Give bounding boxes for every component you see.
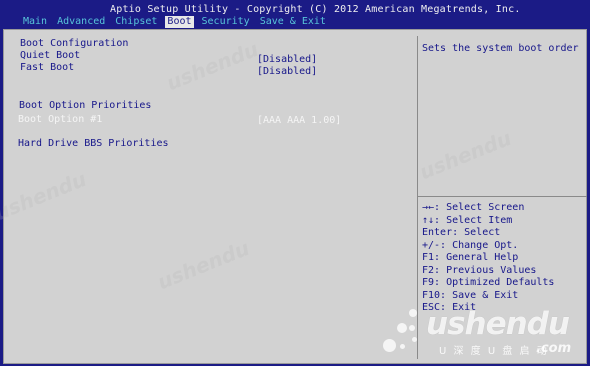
top-bar: Aptio Setup Utility - Copyright (C) 2012… [0,0,590,29]
help-select-screen: →←: Select Screen [422,202,525,213]
boot-option-1-row[interactable]: Boot Option #1 [AAA AAA 1.00] [18,114,413,127]
help-panel: Sets the system boot order →←: Select Sc… [422,30,587,365]
help-enter: Enter: Select [422,227,501,238]
tab-advanced[interactable]: Advanced [55,16,107,28]
setup-title: Aptio Setup Utility - Copyright (C) 2012… [110,4,521,15]
settings-list: Boot Configuration Quiet Boot [Disabled]… [4,30,414,365]
quiet-boot-value[interactable]: [Disabled] [257,54,317,66]
fast-boot-label[interactable]: Fast Boot [20,62,74,74]
help-description: Sets the system boot order [422,43,579,54]
help-save-exit: F10: Save & Exit [422,289,519,301]
tab-boot[interactable]: Boot [165,16,194,28]
tab-security[interactable]: Security [200,16,252,28]
tab-save-exit[interactable]: Save & Exit [258,16,328,28]
help-general-help: F1: General Help [422,252,519,263]
help-escape-exit: ESC: Exit [422,302,477,313]
tab-main[interactable]: Main [21,16,49,28]
boot-settings-panel: Boot Configuration Quiet Boot [Disabled]… [3,29,587,364]
boot-option-1-label[interactable]: Boot Option #1 [18,114,102,126]
key-help-list: →←: Select Screen ↑↓: Select Item Enter:… [422,202,554,315]
quiet-boot-label[interactable]: Quiet Boot [20,50,80,62]
help-optimized-defaults: F9: Optimized Defaults [422,277,555,288]
fast-boot-value[interactable]: [Disabled] [257,66,317,78]
help-previous-values: F2: Previous Values [422,264,537,276]
vertical-divider [417,36,418,359]
boot-configuration-heading: Boot Configuration [20,38,129,49]
help-change-option: +/-: Change Opt. [422,239,519,251]
help-select-item: ↑↓: Select Item [422,214,513,226]
bios-setup-screen: Aptio Setup Utility - Copyright (C) 2012… [0,0,590,366]
tab-chipset[interactable]: Chipset [113,16,159,28]
boot-option-1-value[interactable]: [AAA AAA 1.00] [257,115,341,127]
menu-tabs: Main Advanced Chipset Boot Security Save… [21,16,328,28]
boot-option-priorities-heading: Boot Option Priorities [19,100,152,111]
hard-drive-bbs-priorities[interactable]: Hard Drive BBS Priorities [18,138,169,150]
